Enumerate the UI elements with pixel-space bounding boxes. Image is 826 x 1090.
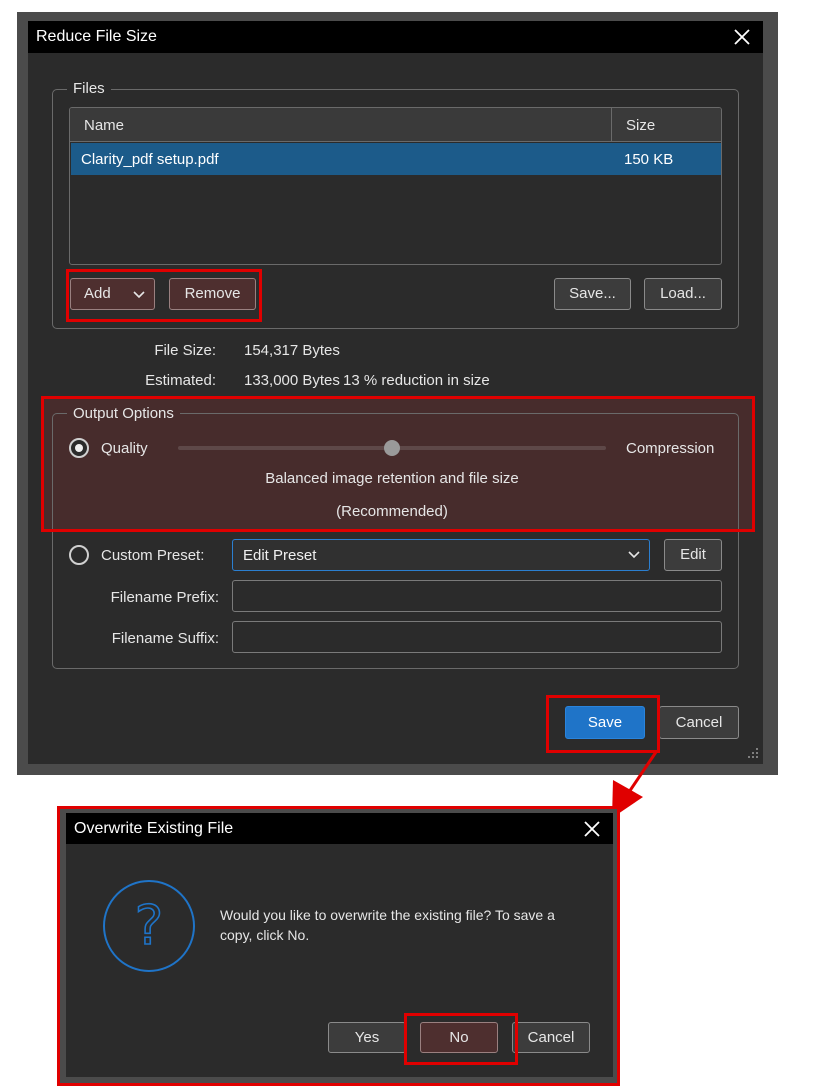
no-button[interactable]: No xyxy=(420,1022,498,1053)
close-icon[interactable] xyxy=(583,820,601,838)
overwrite-message: Would you like to overwrite the existing… xyxy=(220,907,555,943)
overwrite-cancel-button[interactable]: Cancel xyxy=(512,1022,590,1053)
question-icon: ? xyxy=(103,880,195,972)
overwrite-dialog-title: Overwrite Existing File xyxy=(74,820,234,837)
svg-text:?: ? xyxy=(135,894,164,957)
yes-button[interactable]: Yes xyxy=(328,1022,406,1053)
overwrite-title-bar: Overwrite Existing File xyxy=(66,813,613,844)
